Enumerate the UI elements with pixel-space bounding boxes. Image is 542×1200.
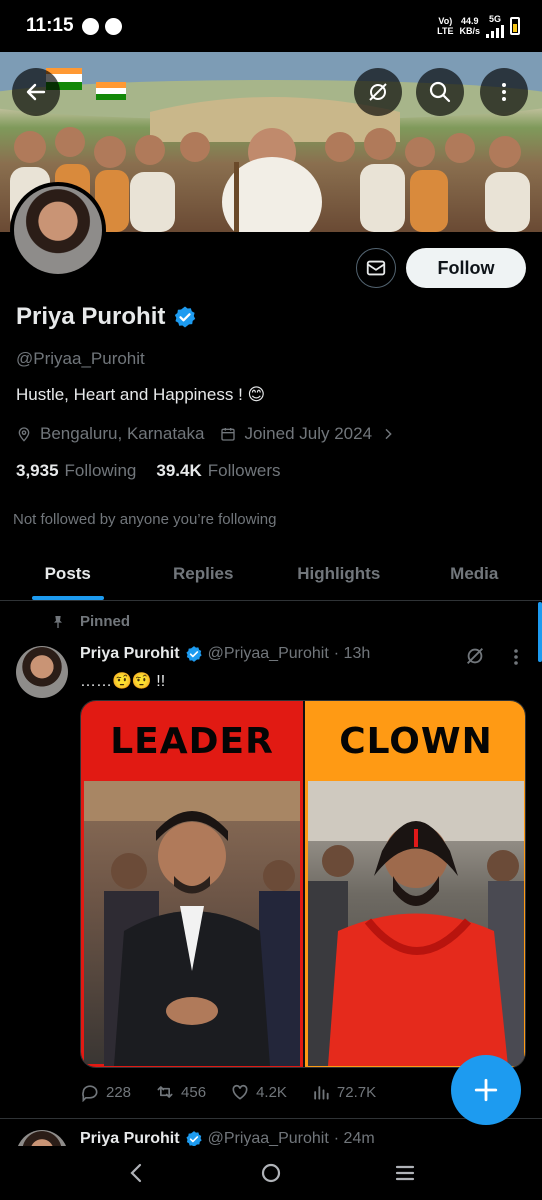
clown-caption: CLOWN xyxy=(339,720,493,762)
like-button[interactable]: 4.2K xyxy=(230,1082,287,1102)
nav-menu-icon[interactable] xyxy=(393,1161,417,1185)
like-icon xyxy=(232,1084,248,1100)
pin-icon xyxy=(54,615,62,628)
location-icon xyxy=(18,427,30,442)
more-icon xyxy=(502,83,506,101)
repost-button[interactable]: 456 xyxy=(155,1082,206,1102)
following-link[interactable]: 3,935 Following xyxy=(16,461,136,481)
followers-count: 39.4K xyxy=(156,461,202,480)
nav-home-icon[interactable] xyxy=(259,1161,283,1185)
leader-illustration xyxy=(84,781,300,1066)
post-time: · 13h xyxy=(333,645,371,662)
message-button[interactable] xyxy=(356,248,396,288)
grok-button[interactable] xyxy=(354,68,402,116)
post-divider xyxy=(0,1118,542,1119)
profile-avatar[interactable] xyxy=(10,182,106,278)
views-count: 72.7K xyxy=(336,1083,377,1101)
clown-photo xyxy=(308,781,524,1066)
leader-panel: LEADER xyxy=(81,701,303,1067)
post-text: ……🤨🤨 !! xyxy=(80,673,166,690)
followers-label: Followers xyxy=(207,461,281,480)
post-author-handle[interactable]: @Priyaa_Purohit xyxy=(208,645,329,663)
more-options-button[interactable] xyxy=(480,68,528,116)
signal-icon xyxy=(486,24,504,38)
joined-item[interactable]: Joined July 2024 xyxy=(220,424,396,444)
post-media[interactable]: LEADER CLOWN xyxy=(80,700,526,1068)
reply-button[interactable]: 228 xyxy=(80,1082,131,1102)
app-notification-icon xyxy=(104,17,122,35)
post-header: Priya Purohit @Priyaa_Purohit · 13h xyxy=(80,645,370,663)
profile-handle: @Priyaa_Purohit xyxy=(16,349,145,368)
location-item: Bengaluru, Karnataka xyxy=(16,424,204,444)
views-button[interactable]: 72.7K xyxy=(311,1082,376,1102)
battery-icon xyxy=(510,17,520,35)
network-speed: 44.9 KB/s xyxy=(459,16,480,36)
tab-media[interactable]: Media xyxy=(407,548,542,600)
following-count: 3,935 xyxy=(16,461,59,480)
location-text: Bengaluru, Karnataka xyxy=(40,424,205,443)
post-avatar[interactable] xyxy=(16,646,68,698)
post-actions: 228 456 4.2K 72.7K xyxy=(80,1082,440,1102)
profile-meta: Bengaluru, Karnataka Joined July 2024 xyxy=(16,424,404,444)
not-followed-notice: Not followed by anyone you’re following xyxy=(13,511,277,528)
mail-icon xyxy=(366,260,386,276)
chevron-right-icon xyxy=(385,428,392,440)
tab-replies[interactable]: Replies xyxy=(136,548,272,600)
reply-icon xyxy=(82,1085,98,1102)
volte-indicator: Vo) LTE xyxy=(437,16,454,36)
status-time: 11:15 xyxy=(26,15,74,36)
app-notification-icon xyxy=(81,17,99,35)
verified-icon xyxy=(186,646,202,662)
compose-post-button[interactable] xyxy=(451,1055,521,1125)
repost-count: 456 xyxy=(181,1083,207,1101)
views-icon xyxy=(314,1086,329,1100)
pinned-label: Pinned xyxy=(80,613,131,630)
pinned-indicator: Pinned xyxy=(50,613,130,630)
clown-illustration xyxy=(308,781,524,1066)
repost-icon xyxy=(157,1086,173,1098)
grok-icon xyxy=(369,83,387,101)
profile-tabs: Posts Replies Highlights Media xyxy=(0,548,542,601)
profile-name: Priya Purohit xyxy=(16,303,166,330)
leader-caption: LEADER xyxy=(110,720,274,762)
search-button[interactable] xyxy=(416,68,464,116)
profile-name-row: Priya Purohit xyxy=(16,303,197,331)
like-count: 4.2K xyxy=(256,1083,287,1101)
post-author-name[interactable]: Priya Purohit xyxy=(80,645,180,663)
network-type: 5G xyxy=(486,14,504,38)
plus-icon xyxy=(474,1078,498,1102)
nav-back-icon[interactable] xyxy=(125,1161,149,1185)
back-arrow-icon xyxy=(26,83,46,101)
followers-link[interactable]: 39.4K Followers xyxy=(156,461,280,481)
back-button[interactable] xyxy=(12,68,60,116)
grok-icon[interactable] xyxy=(464,645,486,667)
more-icon[interactable] xyxy=(508,648,524,666)
system-nav-bar xyxy=(0,1146,542,1200)
reply-count: 228 xyxy=(106,1083,132,1101)
calendar-icon xyxy=(221,428,236,441)
leader-photo xyxy=(84,781,300,1066)
follow-button[interactable]: Follow xyxy=(406,248,526,288)
search-icon xyxy=(429,81,451,103)
notification-icons xyxy=(81,17,122,35)
tab-highlights[interactable]: Highlights xyxy=(271,548,407,600)
following-label: Following xyxy=(64,461,137,480)
status-bar: 11:15 Vo) LTE 44.9 KB/s 5G xyxy=(0,0,542,52)
status-indicators: Vo) LTE 44.9 KB/s 5G xyxy=(437,14,520,38)
scrollbar[interactable] xyxy=(538,602,542,662)
follow-counts: 3,935 Following 39.4K Followers xyxy=(16,461,280,481)
verified-icon[interactable] xyxy=(173,305,197,329)
clown-panel: CLOWN xyxy=(305,701,525,1067)
tab-posts[interactable]: Posts xyxy=(0,548,136,600)
joined-text: Joined July 2024 xyxy=(244,424,373,443)
profile-bio: Hustle, Heart and Happiness ! 😊 xyxy=(16,385,266,404)
